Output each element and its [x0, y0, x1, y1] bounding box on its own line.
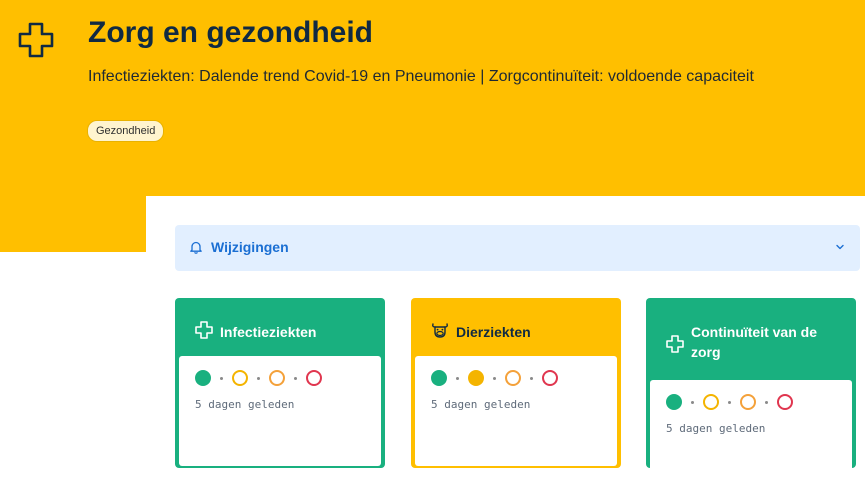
- dot-separator: [691, 400, 694, 404]
- card-title: Dierziekten: [456, 324, 531, 340]
- dot-separator: [220, 376, 223, 380]
- dot-separator: [456, 376, 459, 380]
- bell-icon: [190, 241, 202, 254]
- cow-icon: [432, 323, 448, 338]
- category-tag[interactable]: Gezondheid: [87, 120, 165, 142]
- medical-cross-icon: [18, 22, 54, 58]
- dot-separator: [493, 376, 496, 380]
- status-dot-red: [542, 370, 558, 386]
- status-dot-yellow: [232, 370, 248, 386]
- status-dot-red: [777, 394, 793, 410]
- page-title: Zorg en gezondheid: [88, 16, 373, 49]
- dot-separator: [294, 376, 297, 380]
- status-dot-yellow: [703, 394, 719, 410]
- dot-separator: [728, 400, 731, 404]
- card-dierziekten[interactable]: Dierziekten 5 dagen geleden: [411, 298, 621, 468]
- card-timestamp: 5 dagen geleden: [431, 398, 531, 411]
- card-timestamp: 5 dagen geleden: [666, 422, 766, 435]
- card-status-panel: 5 dagen geleden: [179, 356, 381, 466]
- dot-separator: [530, 376, 533, 380]
- chevron-down-icon[interactable]: [834, 241, 846, 253]
- status-dot-yellow: [468, 370, 484, 386]
- status-dot-green: [195, 370, 211, 386]
- card-status-panel: 5 dagen geleden: [415, 356, 617, 466]
- page-subtitle: Infectieziekten: Dalende trend Covid-19 …: [88, 68, 754, 85]
- status-dot-orange: [269, 370, 285, 386]
- card-timestamp: 5 dagen geleden: [195, 398, 295, 411]
- status-indicator: [666, 394, 793, 410]
- dot-separator: [765, 400, 768, 404]
- changes-label: Wijzigingen: [211, 239, 289, 255]
- card-title: Continuïteit van de zorg: [691, 324, 817, 360]
- status-dot-green: [431, 370, 447, 386]
- status-dot-orange: [505, 370, 521, 386]
- status-indicator: [431, 370, 558, 386]
- card-status-panel: 5 dagen geleden: [650, 380, 852, 490]
- card-title: Infectieziekten: [220, 324, 317, 340]
- changes-accordion[interactable]: Wijzigingen: [175, 225, 860, 271]
- card-infectieziekten[interactable]: Infectieziekten 5 dagen geleden: [175, 298, 385, 468]
- card-continuiteit-van-de-zorg[interactable]: Continuïteit van de zorg 5 dagen geleden: [646, 298, 856, 490]
- medical-cross-icon: [195, 321, 213, 339]
- medical-cross-icon: [666, 335, 684, 353]
- status-dot-orange: [740, 394, 756, 410]
- status-indicator: [195, 370, 322, 386]
- dot-separator: [257, 376, 260, 380]
- status-dot-green: [666, 394, 682, 410]
- status-dot-red: [306, 370, 322, 386]
